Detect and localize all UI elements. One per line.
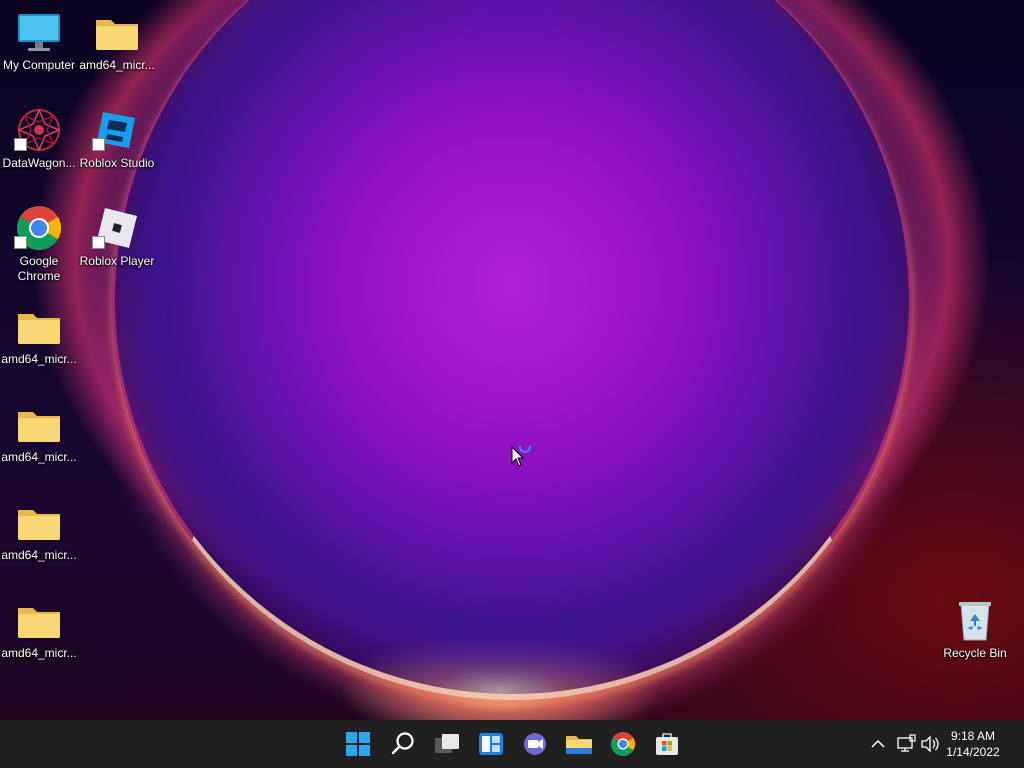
wallpaper-bloom-rim [112,0,912,700]
monitor-icon [18,14,60,51]
network-icon[interactable] [894,728,918,760]
busy-cursor-icon [511,446,531,467]
folder-icon [18,412,60,442]
task-view-icon[interactable] [431,728,463,760]
desktop-icon-label: amd64_micr... [1,352,77,366]
desktop-icon-my-computer[interactable]: My Computer [0,0,78,96]
clock-time: 9:18 AM [950,729,996,743]
folder-icon [96,20,138,50]
desktop-icon-roblox-studio[interactable]: Roblox Studio [78,98,156,194]
chevron-up-icon[interactable] [866,728,890,760]
start-icon[interactable] [342,728,374,760]
desktop-icon-folder[interactable]: amd64_micr... [0,294,78,390]
recycle-bin-icon [959,602,991,641]
desktop-icon-datawagon[interactable]: DataWagon... [0,98,78,194]
chat-icon[interactable] [519,728,551,760]
store-icon[interactable] [651,728,683,760]
desktop-icon-folder[interactable]: amd64_micr... [78,0,156,96]
desktop-icon-folder[interactable]: amd64_micr... [0,588,78,684]
desktop-icon-label: amd64_micr... [1,450,77,464]
desktop-icon-label: DataWagon... [2,156,76,170]
folder-icon [18,314,60,344]
taskbar: 9:18 AM 1/14/2022 [0,720,1024,768]
shortcut-arrow-icon [14,236,27,249]
clock-date: 1/14/2022 [946,745,1000,759]
desktop-icon-google-chrome[interactable]: Google Chrome [0,196,78,292]
chrome-icon[interactable] [607,728,639,760]
search-icon[interactable] [387,728,419,760]
desktop-icon-label: amd64_micr... [79,58,155,72]
desktop-icon-folder[interactable]: amd64_micr... [0,490,78,586]
desktop-icon-roblox-player[interactable]: Roblox Player [78,196,156,292]
folder-icon [18,608,60,638]
file-explorer-icon[interactable] [563,728,595,760]
clock[interactable]: 9:18 AM 1/14/2022 [938,728,1008,760]
desktop-icon-label: Roblox Player [79,254,155,268]
desktop-icon-label: Roblox Studio [79,156,155,170]
widgets-icon[interactable] [475,728,507,760]
desktop-icon-label: amd64_micr... [1,646,77,660]
shortcut-arrow-icon [92,138,105,151]
desktop-icon-label: Recycle Bin [943,646,1007,660]
desktop-icon-recycle-bin[interactable]: Recycle Bin [936,588,1014,684]
desktop-icon-folder[interactable]: amd64_micr... [0,392,78,488]
folder-icon [18,510,60,540]
desktop-icon-label: My Computer [2,58,76,72]
shortcut-arrow-icon [92,236,105,249]
desktop-icon-label: amd64_micr... [1,548,77,562]
shortcut-arrow-icon [14,138,27,151]
desktop-background[interactable]: My Computer amd64_micr... DataWagon... R… [0,0,1024,720]
desktop-icon-label: Google Chrome [17,254,61,283]
